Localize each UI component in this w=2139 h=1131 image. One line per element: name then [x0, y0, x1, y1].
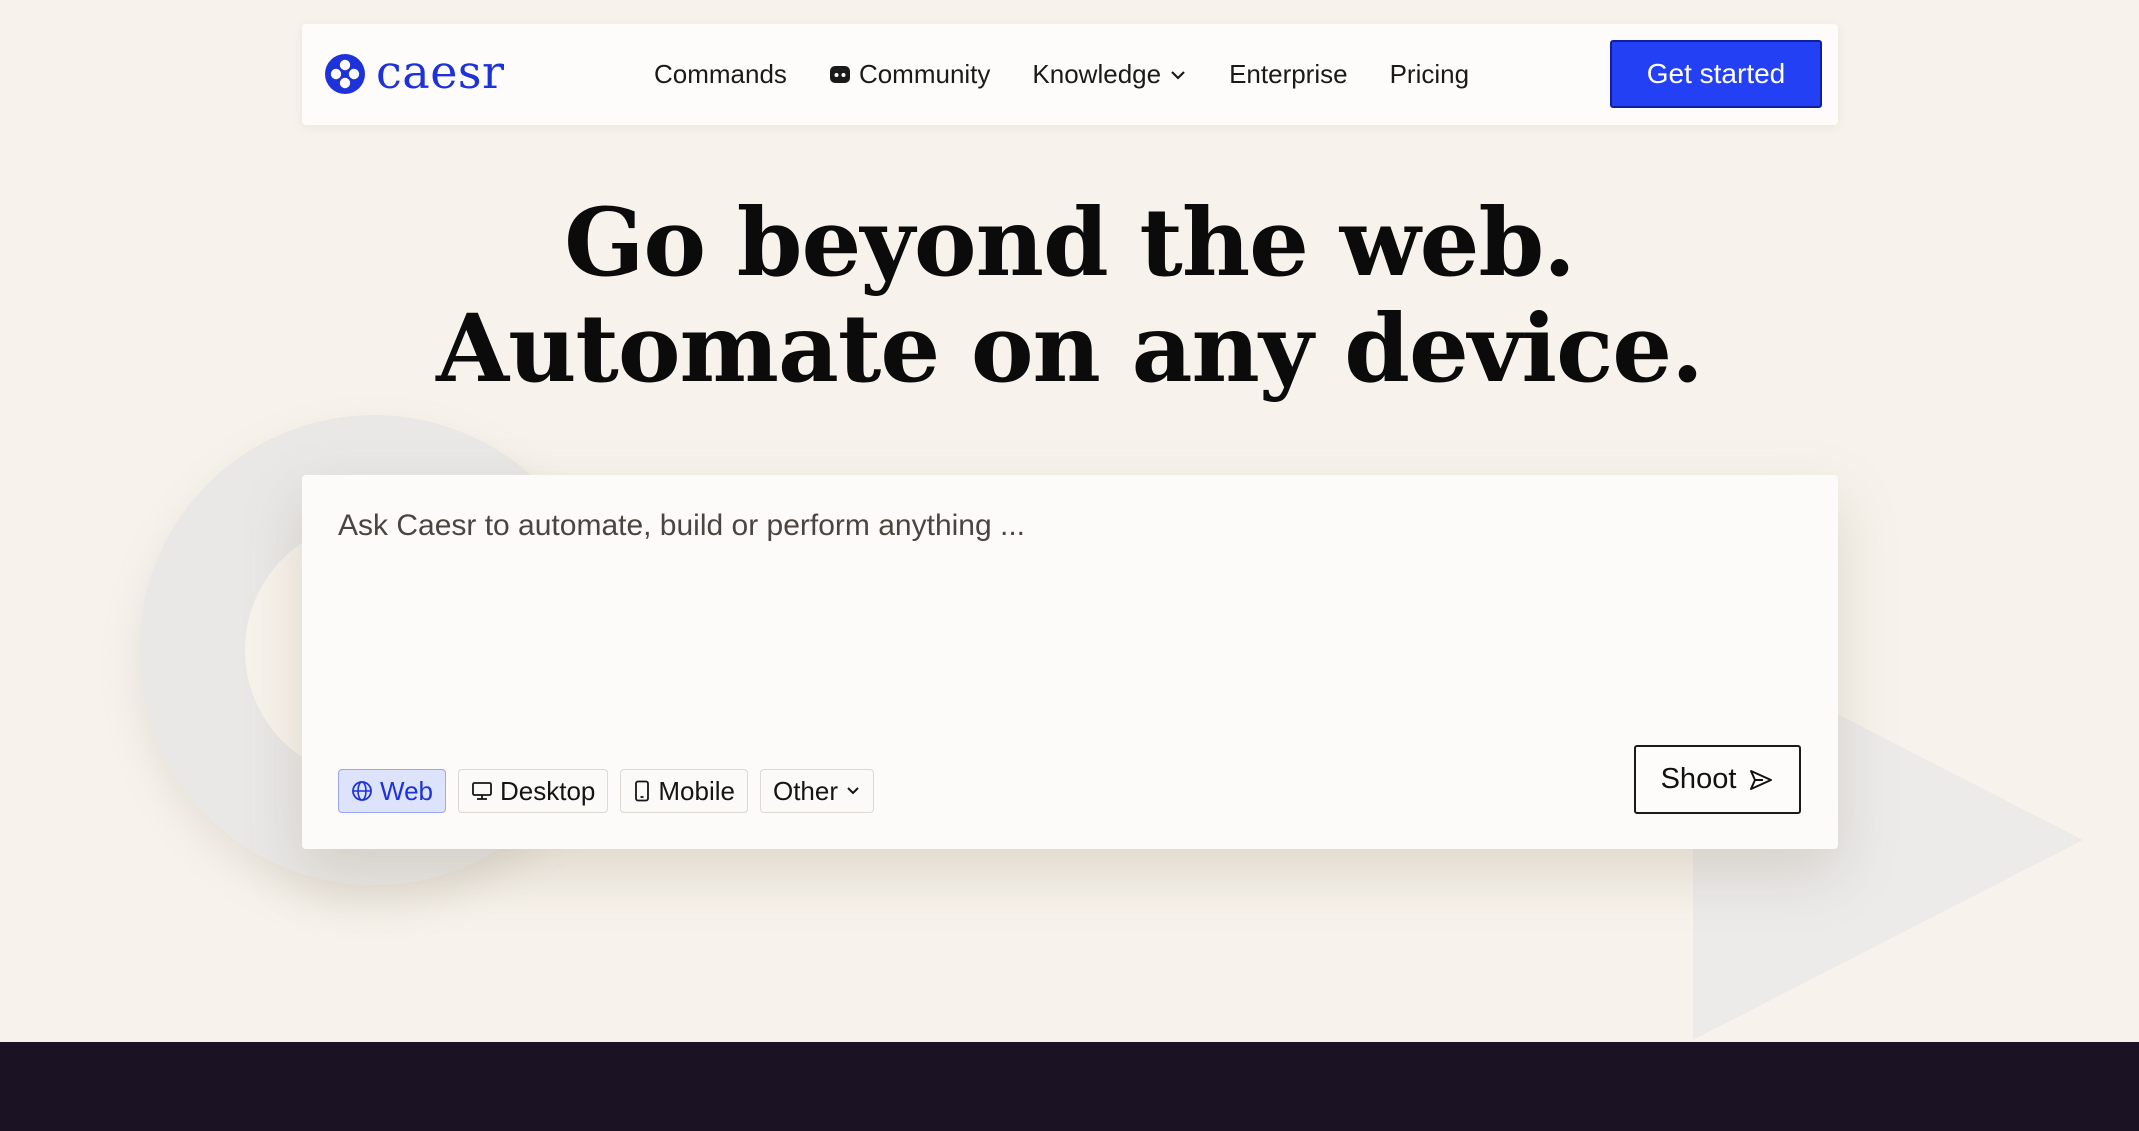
nav-pricing-label: Pricing [1389, 59, 1470, 89]
phone-icon [635, 780, 650, 802]
globe-icon [352, 781, 372, 801]
nav-pricing[interactable]: Pricing [1390, 59, 1469, 90]
chevron-down-icon [1171, 70, 1185, 80]
hero-line-1: Go beyond the web. [564, 188, 1576, 298]
nav-enterprise[interactable]: Enterprise [1229, 59, 1348, 90]
mode-web-chip[interactable]: Web [338, 769, 446, 813]
nav-knowledge-dropdown[interactable]: Knowledge [1032, 59, 1187, 90]
shoot-button-label: Shoot [1660, 763, 1737, 795]
nav-community[interactable]: Community [829, 59, 990, 90]
nav-commands[interactable]: Commands [654, 59, 787, 90]
get-started-button[interactable]: Get started [1610, 40, 1822, 108]
mode-web-label: Web [380, 775, 433, 806]
mode-other-dropdown[interactable]: Other [759, 769, 875, 813]
hero-line-2: Automate on any device. [436, 294, 1704, 404]
dark-footer-band [0, 1042, 2139, 1131]
prompt-input[interactable] [338, 509, 1798, 689]
nav-community-label: Community [858, 59, 991, 89]
discord-icon [829, 65, 850, 83]
brand-logo[interactable]: caesr [324, 46, 505, 102]
mode-selector: Web Desktop Mobile Other [338, 769, 875, 813]
mode-desktop-chip[interactable]: Desktop [458, 769, 609, 813]
shoot-button[interactable]: Shoot [1634, 745, 1801, 814]
mode-mobile-chip[interactable]: Mobile [620, 769, 748, 813]
nav-knowledge-label: Knowledge [1032, 59, 1162, 89]
nav-commands-label: Commands [654, 59, 787, 89]
mode-other-label: Other [772, 775, 839, 806]
caesr-logo-icon [325, 54, 365, 94]
nav-enterprise-label: Enterprise [1229, 59, 1348, 89]
mode-mobile-label: Mobile [658, 775, 735, 806]
brand-name: caesr [376, 45, 505, 99]
chevron-down-icon [847, 787, 859, 795]
hero-heading: Go beyond the web. Automate on any devic… [0, 190, 2139, 402]
monitor-icon [472, 782, 492, 800]
primary-nav: Commands Community Knowledge Enterprise … [654, 24, 1469, 125]
mode-desktop-label: Desktop [500, 775, 596, 806]
top-navbar: caesr Commands Community Knowledge Enter… [302, 24, 1838, 125]
send-icon [1750, 769, 1773, 790]
prompt-card: Web Desktop Mobile Other Shoot [302, 475, 1838, 849]
